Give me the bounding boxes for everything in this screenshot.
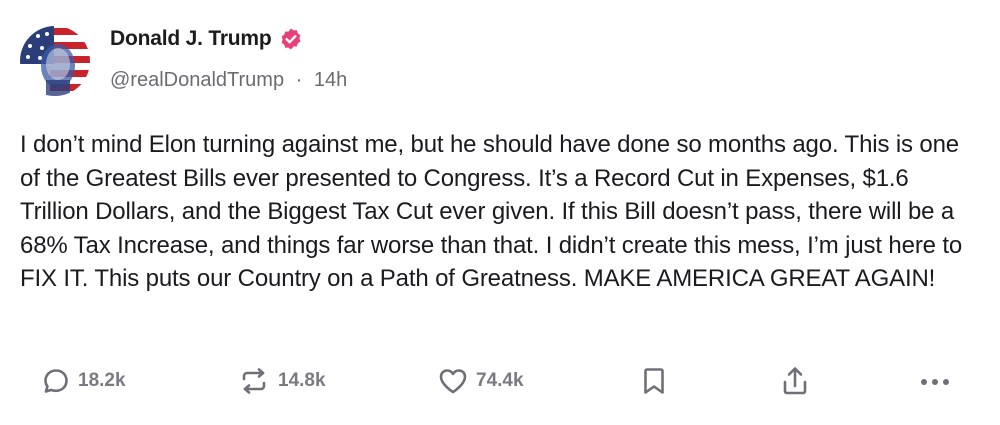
reply-icon [42, 367, 70, 395]
like-button[interactable]: 74.4k [438, 363, 524, 399]
verified-badge-icon [279, 27, 303, 51]
author-handle[interactable]: @realDonaldTrump [110, 69, 284, 91]
reply-button[interactable]: 18.2k [42, 363, 126, 399]
action-bar: 18.2k 14.8k 74.4k [0, 363, 1000, 399]
repost-count: 14.8k [278, 370, 326, 391]
post-text: I don’t mind Elon turning against me, bu… [20, 131, 963, 292]
more-icon [918, 367, 952, 395]
avatar[interactable] [20, 26, 90, 96]
author-meta: @realDonaldTrump · 14h [110, 69, 347, 92]
share-icon [780, 365, 810, 397]
post-card: Donald J. Trump @realDonaldTrump · 14h I… [0, 0, 1000, 425]
like-count: 74.4k [476, 370, 524, 391]
author-name[interactable]: Donald J. Trump [110, 27, 272, 51]
heart-icon [438, 367, 468, 395]
bookmark-button[interactable] [642, 363, 666, 399]
repost-button[interactable]: 14.8k [238, 363, 326, 399]
author-name-row: Donald J. Trump [110, 27, 303, 51]
meta-separator: · [295, 69, 303, 91]
bookmark-icon [642, 366, 666, 396]
repost-icon [238, 367, 270, 395]
reply-count: 18.2k [78, 370, 126, 391]
share-button[interactable] [780, 363, 810, 399]
post-time[interactable]: 14h [314, 69, 347, 91]
more-options-button[interactable] [918, 363, 952, 399]
